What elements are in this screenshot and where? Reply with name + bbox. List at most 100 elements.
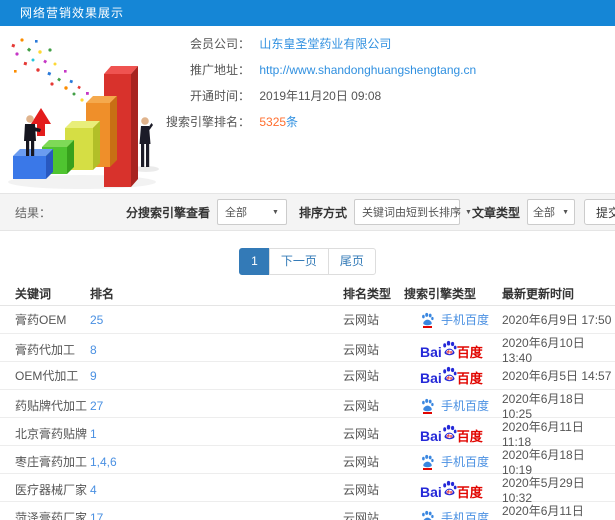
table-header-row: 关键词 排名 排名类型 搜索引擎类型 最新更新时间 [0,281,615,306]
submit-button[interactable]: 提交 [584,199,615,225]
baidu-paw-icon: du [441,366,458,384]
field-rank-count: 搜索引擎排名： 5325条 [160,109,476,135]
cell-rank-type: 云网站 [343,483,380,497]
article-type-select[interactable]: 全部 ▼ [527,199,575,225]
baidu-logo-du: du [446,434,452,440]
page-button-1[interactable]: 1 [239,248,270,275]
cell-rank[interactable]: 1 [90,427,343,441]
table-row: OEM代加工 9 云网站 Bai du 百度 2020年6月5日 14:57 [0,362,615,390]
promo-url-label: 推广地址： [189,63,250,77]
cell-rank[interactable]: 1,4,6 [90,455,343,469]
sort-value: 关键词由短到长排序 [361,207,461,219]
cell-updated: 2020年6月18日 10:19 [502,448,585,477]
baidu-logo: Bai du 百度 [420,424,483,443]
mobile-baidu-label: 手机百度 [441,455,490,469]
table-row: 膏药OEM 25 云网站 手机百度 2020年6月9日 17:50 [0,306,615,334]
baidu-paw-icon [420,398,435,414]
table-row: 医疗器械厂家 4 云网站 Bai du 百度 2020年5月29日 10:32 [0,474,615,505]
cell-rank[interactable]: 4 [90,483,343,497]
sort-select[interactable]: 关键词由短到长排序 ▼ [353,199,472,225]
cell-rank[interactable]: 9 [90,369,343,383]
baidu-paw-icon: du [441,424,458,442]
pagination: 1 下一页 尾页 [0,248,615,275]
open-time-value: 2019年11月20日 09:08 [259,89,382,103]
cell-keyword: 枣庄膏药加工 [15,455,88,469]
baidu-logo: Bai du 百度 [420,340,483,359]
baidu-paw-icon [420,454,435,470]
col-engine-type: 搜索引擎类型 [404,286,477,301]
mobile-baidu-badge: 手机百度 [420,397,489,414]
company-label: 会员公司： [189,37,250,51]
cell-engine: 手机百度 [404,509,502,520]
engine-filter-select[interactable]: 全部 ▼ [216,199,287,225]
baidu-paw-icon [420,312,435,328]
table-row: 药贴牌代加工 27 云网站 手机百度 2020年6月18日 10:25 [0,390,615,421]
cell-keyword: 北京膏药贴牌 [15,427,88,441]
last-page-button[interactable]: 尾页 [327,248,376,275]
bar-chart-graphic [8,38,159,189]
col-keyword: 关键词 [15,286,52,301]
open-time-label: 开通时间： [189,89,250,103]
cell-rank[interactable]: 17 [90,511,343,520]
company-link[interactable]: 山东皇圣堂药业有限公司 [259,37,391,51]
mobile-baidu-label: 手机百度 [441,313,490,327]
rank-count-value: 5325条 [259,115,298,129]
baidu-paw-icon: du [441,340,458,358]
cell-engine: Bai du 百度 [404,424,502,443]
results-table: 关键词 排名 排名类型 搜索引擎类型 最新更新时间 膏药OEM 25 云网站 手… [0,281,615,520]
baidu-du-mark [423,411,432,414]
mobile-baidu-badge: 手机百度 [420,509,489,520]
engine-filter-value: 全部 [224,207,247,219]
baidu-logo-cn: 百度 [456,485,483,500]
cell-keyword: 医疗器械厂家 [15,483,88,497]
field-company: 会员公司： 山东皇圣堂药业有限公司 [160,31,476,57]
cell-updated: 2020年6月18日 10:25 [502,392,585,421]
sort-label: 排序方式 [298,205,347,220]
page-title: 网络营销效果展示 [20,6,125,20]
cell-rank-type: 云网站 [343,427,380,441]
cell-rank[interactable]: 25 [90,313,343,327]
mobile-baidu-badge: 手机百度 [420,311,489,328]
baidu-logo-du: du [446,490,452,496]
rank-count-number: 5325 [259,115,287,129]
chevron-down-icon: ▼ [464,208,472,216]
filter-controls: 分搜索引擎查看 全部 ▼ 排序方式 关键词由短到长排序 ▼ 文章类型 全部 ▼ … [114,199,615,225]
cell-engine: 手机百度 [404,397,502,414]
table-row: 枣庄膏药加工 1,4,6 云网站 手机百度 2020年6月18日 10:19 [0,446,615,477]
cell-engine: Bai du 百度 [404,480,502,499]
rank-count-label: 搜索引擎排名： [165,115,250,129]
mobile-baidu-badge: 手机百度 [420,453,489,470]
baidu-logo-bai: Bai [420,344,442,360]
col-rank-type: 排名类型 [343,286,392,301]
baidu-logo: Bai du 百度 [420,366,483,385]
cell-keyword: 膏药OEM [15,313,67,327]
page: 网络营销效果展示 会员公司： 山东皇圣堂药业有限公司 推广地址： http://… [0,0,615,520]
promo-url-link[interactable]: http://www.shandonghuangshengtang.cn [259,63,476,77]
table-row: 北京膏药贴牌 1 云网站 Bai du 百度 2020年6月11日 11:18 [0,418,615,449]
table-row: 膏药代加工 8 云网站 Bai du 百度 2020年6月10日 13:40 [0,334,615,365]
cell-rank[interactable]: 27 [90,399,343,413]
baidu-logo-cn: 百度 [456,429,483,444]
cell-updated: 2020年6月11日 11:18 [502,420,584,449]
col-updated: 最新更新时间 [502,286,575,301]
cell-engine: 手机百度 [404,453,502,470]
member-info-fields: 会员公司： 山东皇圣堂药业有限公司 推广地址： http://www.shand… [160,31,476,135]
result-label: 结果： [15,205,52,220]
mobile-baidu-label: 手机百度 [441,511,490,520]
baidu-logo-cn: 百度 [456,371,483,386]
cell-keyword: 菏泽膏药厂家 [15,511,88,520]
table-body: 膏药OEM 25 云网站 手机百度 2020年6月9日 17:50 膏药代加工 … [0,306,615,520]
cell-keyword: 膏药代加工 [15,343,76,357]
cell-rank-type: 云网站 [343,511,380,520]
article-type-value: 全部 [533,207,555,219]
next-page-button[interactable]: 下一页 [268,248,329,275]
engine-filter-label: 分搜索引擎查看 [125,205,210,220]
field-open-time: 开通时间： 2019年11月20日 09:08 [160,83,476,109]
cell-rank[interactable]: 8 [90,343,343,357]
member-info-section: 会员公司： 山东皇圣堂药业有限公司 推广地址： http://www.shand… [0,26,615,193]
baidu-logo-bai: Bai [420,428,442,444]
baidu-logo-du: du [446,350,452,356]
baidu-du-mark [423,467,432,470]
growth-chart-illustration [0,32,180,192]
baidu-logo-du: du [446,376,452,382]
